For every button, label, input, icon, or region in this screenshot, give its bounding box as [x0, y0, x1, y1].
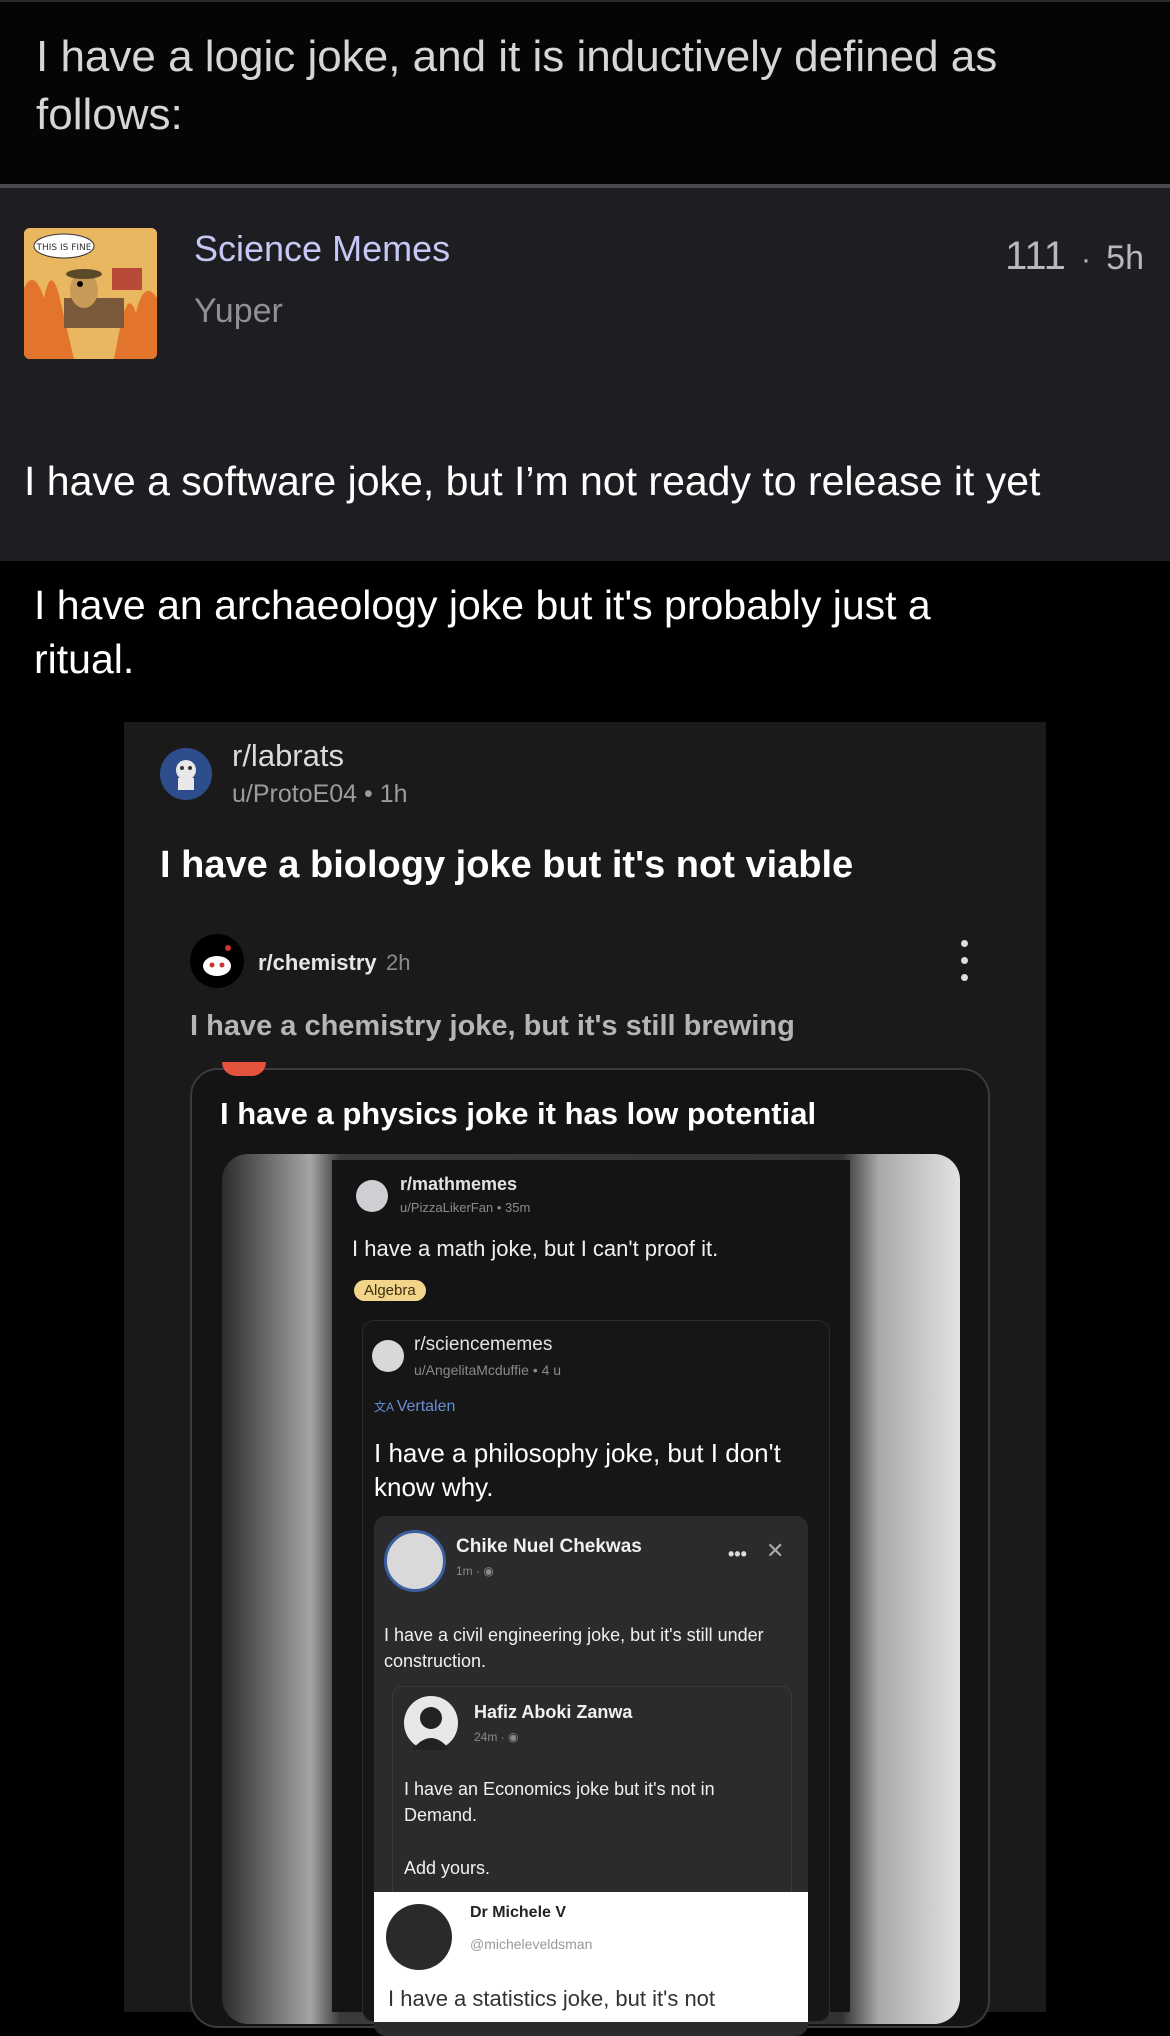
more-horizontal-icon[interactable]: ••• — [728, 1544, 747, 1565]
economics-joke: I have an Economics joke but it's not in… — [404, 1779, 715, 1825]
flair-badge: Algebra — [354, 1280, 426, 1301]
post-title-bar: I have a logic joke, and it is inductive… — [0, 0, 1170, 184]
chemistry-time: 2h — [386, 950, 411, 975]
sciencememes-user[interactable]: u/AngelitaMcduffie • 4 u — [414, 1362, 561, 1378]
labrats-avatar — [160, 748, 212, 800]
add-yours-prompt[interactable]: Add yours. — [404, 1858, 490, 1879]
close-icon[interactable]: ✕ — [766, 1538, 784, 1564]
translate-label: Vertalen — [396, 1398, 456, 1415]
age: 5h — [1106, 239, 1144, 277]
chemistry-subreddit[interactable]: r/chemistry — [258, 950, 377, 976]
chemistry-joke: I have a chemistry joke, but it's still … — [190, 1010, 795, 1042]
comment-card — [0, 188, 1170, 561]
michele-handle[interactable]: @micheleveldsman — [470, 1936, 592, 1952]
biology-joke: I have a biology joke but it's not viabl… — [160, 844, 854, 886]
community-thumbnail[interactable]: THIS IS FINE — [24, 228, 157, 359]
chike-name[interactable]: Chike Nuel Chekwas — [456, 1536, 642, 1558]
labrats-user[interactable]: u/ProtoE04 • 1h — [232, 780, 408, 809]
score: 111 — [1005, 234, 1066, 278]
comment-text: I have a software joke, but I’m not read… — [24, 458, 1041, 504]
more-vertical-icon[interactable] — [956, 940, 972, 984]
mathmemes-user[interactable]: u/PizzaLikerFan • 35m — [400, 1200, 530, 1215]
thumbnail-caption: THIS IS FINE — [36, 243, 92, 253]
archaeology-joke: I have an archaeology joke but it's prob… — [34, 582, 931, 682]
hafiz-time: 24m · ◉ — [474, 1730, 519, 1744]
michele-avatar — [386, 1904, 452, 1970]
post-title: I have a logic joke, and it is inductive… — [36, 32, 998, 139]
math-joke: I have a math joke, but I can't proof it… — [352, 1236, 719, 1261]
mathmemes-avatar — [356, 1180, 388, 1212]
mathmemes-subreddit[interactable]: r/mathmemes — [400, 1174, 517, 1195]
philosophy-joke: I have a philosophy joke, but I don't kn… — [374, 1438, 781, 1502]
chemistry-avatar — [190, 934, 244, 988]
community-link[interactable]: Science Memes — [194, 228, 450, 270]
physics-joke: I have a physics joke it has low potenti… — [220, 1096, 817, 1131]
labrats-subreddit[interactable]: r/labrats — [232, 738, 344, 774]
meta-separator: · — [1081, 243, 1092, 276]
michele-name[interactable]: Dr Michele V — [470, 1904, 566, 1922]
civil-engineering-joke: I have a civil engineering joke, but it'… — [384, 1625, 764, 1671]
sciencememes-avatar — [372, 1340, 404, 1372]
hafiz-name[interactable]: Hafiz Aboki Zanwa — [474, 1702, 632, 1723]
score-and-age: 111 · 5h — [1005, 234, 1144, 279]
chike-avatar — [384, 1530, 446, 1592]
translate-icon: 文A — [374, 1400, 397, 1414]
hafiz-avatar — [404, 1696, 458, 1750]
comment-author[interactable]: Yuper — [194, 292, 283, 331]
chike-time: 1m · ◉ — [456, 1564, 494, 1578]
statistics-joke: I have a statistics joke, but it's not — [388, 1986, 716, 2011]
translate-link[interactable]: 文A Vertalen — [374, 1398, 455, 1416]
sciencememes-subreddit[interactable]: r/sciencememes — [414, 1334, 552, 1356]
